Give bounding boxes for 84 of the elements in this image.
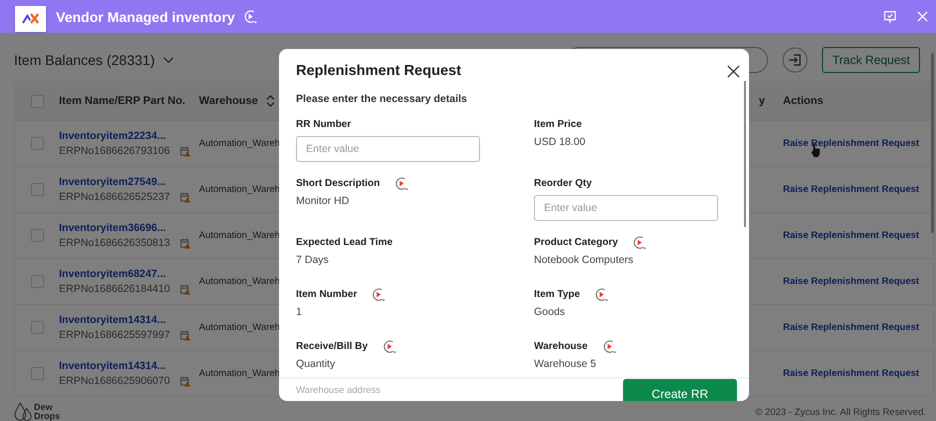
chevron-down-icon[interactable] xyxy=(162,56,174,64)
field-label: Item Number xyxy=(296,289,358,300)
raise-request-link[interactable]: Raise Replenishment Request xyxy=(783,368,933,379)
feedback-icon[interactable] xyxy=(883,10,897,24)
dialog-title: Replenishment Request xyxy=(296,63,462,79)
calendar-warning-icon[interactable] xyxy=(180,238,191,248)
item-link[interactable]: Inventoryitem22234... xyxy=(59,130,199,142)
input-field[interactable]: Enter value xyxy=(296,136,480,162)
field-value: 7 Days xyxy=(296,254,330,266)
field-label: Expected Lead Time xyxy=(296,237,393,248)
item-link[interactable]: Inventoryitem14314... xyxy=(59,314,199,326)
field-value: Warehouse 5 xyxy=(534,358,598,370)
help-video-icon[interactable] xyxy=(602,339,617,354)
sort-icon[interactable] xyxy=(266,95,275,107)
field-label: Receive/Bill By xyxy=(296,341,368,352)
field-label: Item Type xyxy=(534,289,580,300)
table-cell: Automation_Wareh xyxy=(199,230,281,241)
field-label: Product Category xyxy=(534,237,618,248)
row-checkbox[interactable] xyxy=(30,137,44,150)
field-label: Item Price xyxy=(534,119,582,130)
calendar-warning-icon[interactable] xyxy=(180,376,191,386)
field-label: Warehouse xyxy=(534,341,588,352)
field-label: RR Number xyxy=(296,119,352,130)
item-link[interactable]: Inventoryitem68247... xyxy=(59,268,199,280)
raise-request-link[interactable]: Raise Replenishment Request xyxy=(783,276,933,287)
sign-in-icon[interactable] xyxy=(782,47,808,73)
help-video-icon[interactable] xyxy=(594,287,609,302)
item-link[interactable]: Inventoryitem27549... xyxy=(59,176,199,188)
field-value: Goods xyxy=(534,306,566,318)
field-label: Warehouse address xyxy=(296,385,381,398)
help-video-icon[interactable] xyxy=(382,339,397,354)
row-checkbox[interactable] xyxy=(30,183,44,196)
erp-number: ERPNo1686625597997 xyxy=(59,329,170,341)
field-value: USD 18.00 xyxy=(534,136,586,148)
table-cell: Automation_Wareh xyxy=(199,138,281,149)
help-video-icon[interactable] xyxy=(242,9,258,24)
instruction-text: Please enter the necessary details xyxy=(296,93,468,105)
item-link[interactable]: Inventoryitem36696... xyxy=(59,222,199,234)
input-field[interactable]: Enter value xyxy=(534,195,718,221)
erp-number: ERPNo1686626350813 xyxy=(59,237,170,249)
field-label: Reorder Qty xyxy=(534,178,592,189)
raise-request-link[interactable]: Raise Replenishment Request xyxy=(783,138,933,149)
help-video-icon[interactable] xyxy=(371,287,386,302)
field-label: Short Description xyxy=(296,178,380,189)
erp-number: ERPNo1686625906070 xyxy=(59,375,170,387)
table-cell: Automation_Wareh xyxy=(199,276,281,287)
erp-number: ERPNo1686626525237 xyxy=(59,191,170,203)
calendar-warning-icon[interactable] xyxy=(180,330,191,340)
track-request-button[interactable]: Track Request xyxy=(822,47,920,73)
calendar-warning-icon[interactable] xyxy=(180,192,191,202)
field-value: 1 xyxy=(296,306,303,318)
calendar-warning-icon[interactable] xyxy=(180,284,191,294)
erp-number: ERPNo1686626793106 xyxy=(59,145,170,157)
column-header[interactable]: Item Name/ERP Part No. xyxy=(59,95,199,107)
column-header: Actions xyxy=(783,95,824,107)
table-cell: Automation_Wareh xyxy=(199,368,281,379)
column-header: y xyxy=(758,95,765,107)
row-checkbox[interactable] xyxy=(30,229,44,242)
scrollbar[interactable] xyxy=(744,81,746,227)
select-all-checkbox[interactable] xyxy=(30,94,44,108)
row-checkbox[interactable] xyxy=(30,275,44,288)
calendar-warning-icon[interactable] xyxy=(180,146,191,156)
column-header[interactable]: Warehouse xyxy=(199,95,258,107)
row-checkbox[interactable] xyxy=(30,321,44,334)
create-rr-button[interactable]: Create RR xyxy=(623,379,737,401)
field-value: Notebook Computers xyxy=(534,254,634,266)
app-title: Vendor Managed inventory xyxy=(56,8,235,24)
help-video-icon[interactable] xyxy=(632,235,647,250)
page-title: Item Balances (28331) xyxy=(14,52,155,68)
erp-number: ERPNo1686626184410 xyxy=(59,283,170,295)
drops-logo-icon xyxy=(14,401,32,421)
help-video-icon[interactable] xyxy=(394,176,409,191)
table-cell: Automation_Wareh xyxy=(199,322,281,333)
row-checkbox[interactable] xyxy=(30,367,44,380)
brand-name: Dew Drops xyxy=(34,403,60,421)
table-cell: Automation_Wareh xyxy=(199,184,281,195)
raise-request-link[interactable]: Raise Replenishment Request xyxy=(783,322,933,333)
raise-request-link[interactable]: Raise Replenishment Request xyxy=(783,230,933,241)
field-value: Monitor HD xyxy=(296,195,350,207)
close-icon[interactable] xyxy=(727,64,740,78)
copyright-text: © 2023 - Zycus Inc. All Rights Reserved. xyxy=(755,406,926,418)
item-link[interactable]: Inventoryitem14314... xyxy=(59,360,199,372)
field-value: Quantity xyxy=(296,358,336,370)
raise-request-link[interactable]: Raise Replenishment Request xyxy=(783,184,933,195)
